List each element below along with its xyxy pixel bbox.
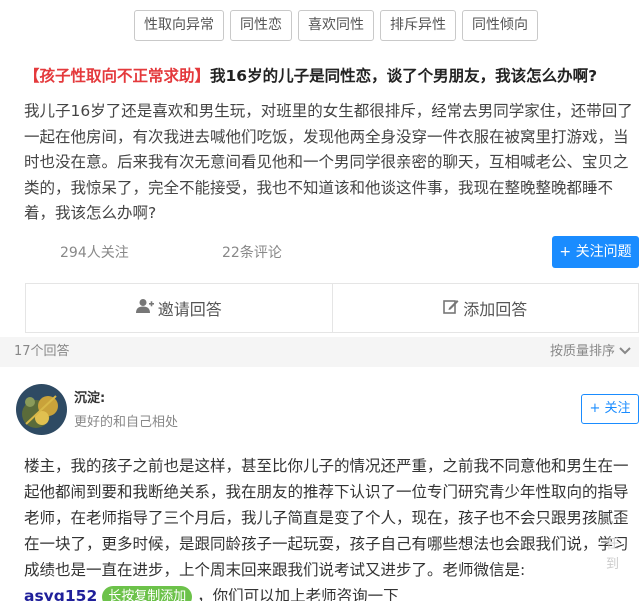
watermark: 任 到	[606, 537, 620, 572]
tag-item[interactable]: 同性倾向	[462, 10, 538, 41]
user-plus-icon	[135, 298, 154, 318]
followers-count: 294人关注	[60, 245, 129, 261]
wechat-id[interactable]: asyg152	[24, 587, 97, 601]
comments-link[interactable]: 22条评论	[222, 242, 282, 262]
copy-wechat-button[interactable]: 长按复制添加	[102, 586, 193, 601]
answer-content: 楼主，我的孩子之前也是这样，甚至比你儿子的情况还严重，之前我不同意他和男生在一起…	[24, 453, 636, 601]
edit-icon	[443, 298, 459, 318]
invite-answer-button[interactable]: 邀请回答	[26, 284, 332, 332]
answer-username[interactable]: 沉淀:	[74, 387, 105, 406]
sort-label: 按质量排序	[549, 344, 615, 359]
answer-tail-text: ，你们可以加上老师咨询一下	[197, 587, 399, 601]
tag-item[interactable]: 同性恋	[230, 10, 292, 41]
follow-question-button[interactable]: + 关注问题	[552, 236, 639, 268]
answers-bar: 17个回答 按质量排序	[0, 337, 639, 367]
tag-item[interactable]: 喜欢同性	[298, 10, 374, 41]
tag-list: 性取向异常 同性恋 喜欢同性 排斥异性 同性倾向	[134, 10, 538, 41]
tag-item[interactable]: 排斥异性	[380, 10, 456, 41]
question-body: 我儿子16岁了还是喜欢和男生玩，对班里的女生都很排斥，经常去男同学家住，还带回了…	[24, 102, 633, 222]
sort-dropdown[interactable]: 按质量排序	[550, 337, 631, 367]
chevron-down-icon	[619, 337, 631, 367]
answer-text: 楼主，我的孩子之前也是这样，甚至比你儿子的情况还严重，之前我不同意他和男生在一起…	[24, 457, 629, 579]
add-answer-button[interactable]: 添加回答	[331, 284, 639, 332]
answers-count: 17个回答	[14, 344, 70, 359]
invite-answer-label: 邀请回答	[157, 300, 222, 319]
follow-user-button[interactable]: + 关注	[581, 394, 639, 424]
avatar[interactable]	[16, 384, 67, 435]
add-answer-label: 添加回答	[463, 300, 528, 319]
question-category: 【孩子性取向不正常求助】	[24, 67, 211, 85]
question-stats: 294人关注 22条评论	[60, 242, 282, 262]
tag-item[interactable]: 性取向异常	[134, 10, 224, 41]
question-title-text: 我16岁的儿子是同性恋，谈了个男朋友，我该怎么办啊?	[210, 67, 598, 85]
answer-signature: 更好的和自己相处	[74, 415, 179, 430]
question-title: 【孩子性取向不正常求助】我16岁的儿子是同性恋，谈了个男朋友，我该怎么办啊?	[24, 64, 624, 86]
answer-actions: 邀请回答 添加回答	[25, 283, 639, 333]
